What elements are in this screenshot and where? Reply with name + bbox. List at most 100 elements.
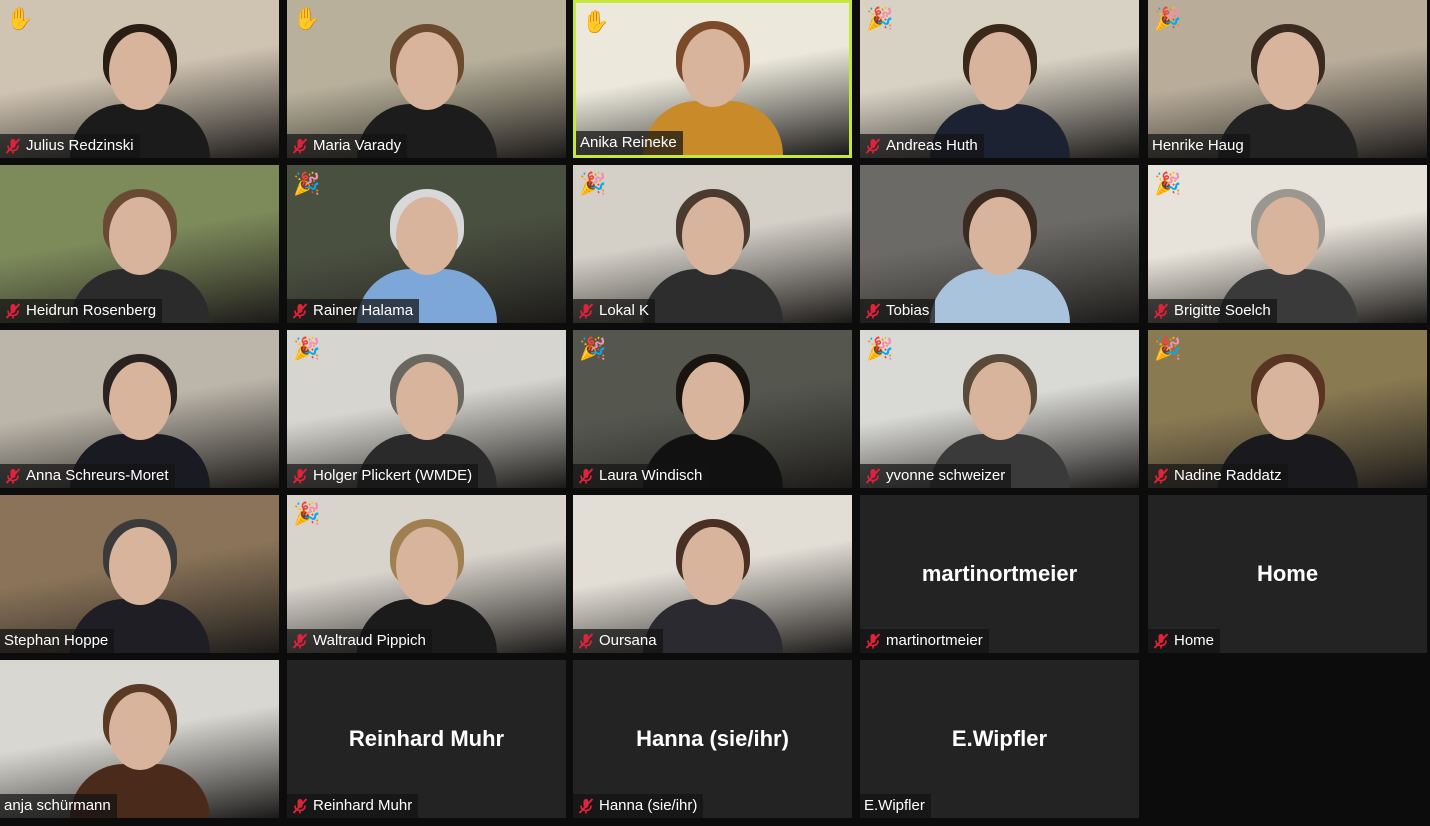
participant-tile[interactable]: 🎉 Henrike Haug — [1148, 0, 1427, 158]
mic-muted-icon — [292, 633, 308, 649]
participant-name: Laura Windisch — [599, 467, 703, 484]
participant-name: Reinhard Muhr — [313, 797, 413, 814]
mic-muted-icon — [1153, 633, 1169, 649]
participant-name: Tobias — [886, 302, 930, 319]
mic-muted-icon — [5, 138, 21, 154]
participant-tile[interactable]: martinortmeier martinortmeier — [860, 495, 1139, 653]
participant-name-bar: Oursana — [573, 629, 663, 653]
party-popper-icon: 🎉 — [1154, 336, 1182, 361]
participant-tile[interactable]: ✋ Maria Varady — [287, 0, 566, 158]
party-popper-icon: 🎉 — [866, 6, 894, 31]
mic-muted-icon — [578, 633, 594, 649]
participant-tile[interactable]: 🎉 Brigitte Soelch — [1148, 165, 1427, 323]
participant-name: anja schürmann — [4, 797, 111, 814]
party-popper-icon: 🎉 — [293, 171, 321, 196]
participant-name: martinortmeier — [886, 632, 983, 649]
participant-tile[interactable]: Anna Schreurs-Moret — [0, 330, 279, 488]
participant-video — [642, 513, 783, 653]
participant-name-bar: Henrike Haug — [1148, 134, 1250, 158]
participant-name-bar: anja schürmann — [0, 794, 117, 818]
participant-tile[interactable]: Tobias — [860, 165, 1139, 323]
participant-tile[interactable]: Home Home — [1148, 495, 1427, 653]
mic-muted-icon — [5, 468, 21, 484]
party-popper-icon: 🎉 — [1154, 6, 1182, 31]
participant-name-bar: Stephan Hoppe — [0, 629, 115, 653]
participant-name-bar: Nadine Raddatz — [1148, 464, 1288, 488]
participant-tile[interactable]: 🎉 Laura Windisch — [573, 330, 852, 488]
raised-hand-icon: ✋ — [582, 9, 610, 34]
mic-muted-icon — [578, 303, 594, 319]
participant-name: Waltraud Pippich — [313, 632, 426, 649]
participant-name: yvonne schweizer — [886, 467, 1006, 484]
participant-name: Nadine Raddatz — [1174, 467, 1282, 484]
party-popper-icon: 🎉 — [293, 336, 321, 361]
participant-tile[interactable]: Reinhard Muhr Reinhard Muhr — [287, 660, 566, 818]
mic-muted-icon — [1153, 468, 1169, 484]
participant-tile[interactable]: anja schürmann — [0, 660, 279, 818]
participant-name-bar: yvonne schweizer — [860, 464, 1012, 488]
participant-name: Home — [1174, 632, 1215, 649]
mic-muted-icon — [292, 138, 308, 154]
participant-name: Andreas Huth — [886, 137, 978, 154]
mic-muted-icon — [865, 303, 881, 319]
participant-video — [642, 183, 783, 323]
participant-name: Julius Redzinski — [26, 137, 134, 154]
gallery-view: ✋ Julius Redzinski ✋ Maria Varady ✋ Anika Rei… — [0, 0, 1430, 826]
participant-name-bar: Maria Varady — [287, 134, 408, 158]
participant-name-bar: Rainer Halama — [287, 299, 420, 323]
participant-name-bar: martinortmeier — [860, 629, 989, 653]
participant-name: Maria Varady — [313, 137, 402, 154]
participant-tile[interactable]: 🎉 Andreas Huth — [860, 0, 1139, 158]
raised-hand-icon: ✋ — [293, 6, 321, 31]
party-popper-icon: 🎉 — [866, 336, 894, 361]
participant-tile[interactable]: E.Wipfler E.Wipfler — [860, 660, 1139, 818]
participant-tile[interactable]: Stephan Hoppe — [0, 495, 279, 653]
mic-muted-icon — [865, 633, 881, 649]
participant-tile[interactable]: 🎉 Waltraud Pippich — [287, 495, 566, 653]
participant-name-bar: Laura Windisch — [573, 464, 709, 488]
participant-display-name: Home — [1256, 561, 1319, 586]
participant-name-bar: Holger Plickert (WMDE) — [287, 464, 479, 488]
mic-muted-icon — [1153, 303, 1169, 319]
participant-name-bar: Waltraud Pippich — [287, 629, 432, 653]
party-popper-icon: 🎉 — [579, 171, 607, 196]
participant-name: Henrike Haug — [1152, 137, 1244, 154]
mic-muted-icon — [865, 468, 881, 484]
participant-display-name: Reinhard Muhr — [348, 726, 505, 751]
party-popper-icon: 🎉 — [1154, 171, 1182, 196]
participant-tile[interactable]: 🎉 yvonne schweizer — [860, 330, 1139, 488]
participant-name: Heidrun Rosenberg — [26, 302, 157, 319]
participant-tile[interactable]: 🎉 Nadine Raddatz — [1148, 330, 1427, 488]
participant-name-bar: Julius Redzinski — [0, 134, 140, 158]
participant-tile[interactable]: Heidrun Rosenberg — [0, 165, 279, 323]
participant-tile[interactable]: ✋ Anika Reineke — [573, 0, 852, 158]
participant-name-bar: Heidrun Rosenberg — [0, 299, 163, 323]
participant-display-name: E.Wipfler — [951, 726, 1048, 751]
mic-muted-icon — [292, 468, 308, 484]
participant-name-bar: Andreas Huth — [860, 134, 984, 158]
participant-video — [929, 183, 1070, 323]
participant-name-bar: Anna Schreurs-Moret — [0, 464, 175, 488]
participant-tile[interactable]: 🎉 Lokal K — [573, 165, 852, 323]
participant-name-bar: Brigitte Soelch — [1148, 299, 1277, 323]
participant-name-bar: Lokal K — [573, 299, 656, 323]
party-popper-icon: 🎉 — [579, 336, 607, 361]
participant-tile[interactable]: 🎉 Rainer Halama — [287, 165, 566, 323]
participant-name: Brigitte Soelch — [1174, 302, 1271, 319]
participant-display-name: Hanna (sie/ihr) — [636, 726, 789, 751]
raised-hand-icon: ✋ — [6, 6, 34, 31]
participant-tile[interactable]: Oursana — [573, 495, 852, 653]
mic-muted-icon — [578, 798, 594, 814]
participant-tile[interactable]: ✋ Julius Redzinski — [0, 0, 279, 158]
participant-name-bar: Home — [1148, 629, 1221, 653]
participant-name: Hanna (sie/ihr) — [599, 797, 698, 814]
mic-muted-icon — [292, 798, 308, 814]
participant-name-bar: Reinhard Muhr — [287, 794, 419, 818]
participant-tile[interactable]: Hanna (sie/ihr) Hanna (sie/ihr) — [573, 660, 852, 818]
participant-name-bar: Hanna (sie/ihr) — [573, 794, 704, 818]
mic-muted-icon — [5, 303, 21, 319]
participant-name: Stephan Hoppe — [4, 632, 109, 649]
participant-tile[interactable]: 🎉 Holger Plickert (WMDE) — [287, 330, 566, 488]
participant-name: Anna Schreurs-Moret — [26, 467, 169, 484]
mic-muted-icon — [865, 138, 881, 154]
